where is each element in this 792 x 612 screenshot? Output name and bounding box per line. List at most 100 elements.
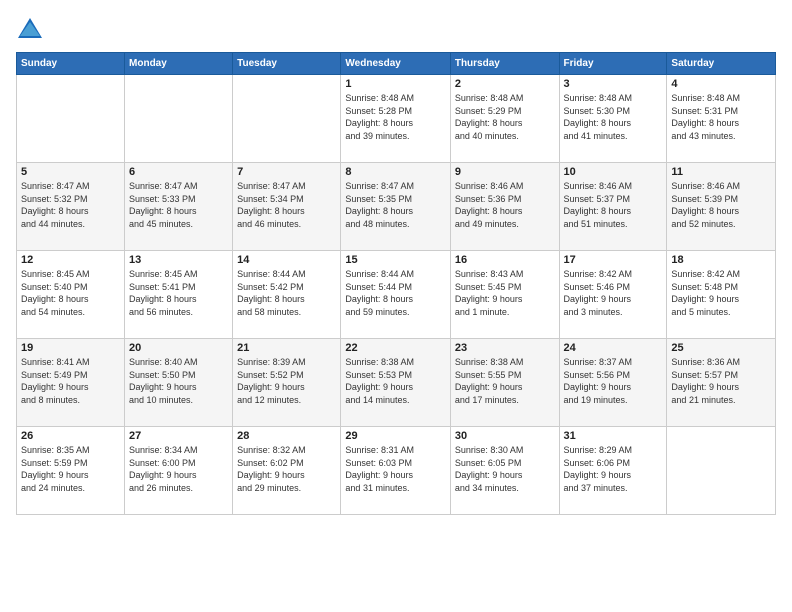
calendar-cell: 2 Sunrise: 8:48 AM Sunset: 5:29 PM Daylig… — [450, 75, 559, 163]
day-info: Sunrise: 8:45 AM Sunset: 5:40 PM Dayligh… — [21, 268, 120, 318]
day-info: Sunrise: 8:29 AM Sunset: 6:06 PM Dayligh… — [564, 444, 663, 494]
calendar-header-sunday: Sunday — [17, 53, 125, 75]
day-number: 12 — [21, 254, 120, 266]
day-number: 27 — [129, 430, 228, 442]
logo — [16, 16, 46, 44]
calendar-week-row: 12 Sunrise: 8:45 AM Sunset: 5:40 PM Dayli… — [17, 251, 776, 339]
day-info: Sunrise: 8:35 AM Sunset: 5:59 PM Dayligh… — [21, 444, 120, 494]
day-info: Sunrise: 8:48 AM Sunset: 5:30 PM Dayligh… — [564, 92, 663, 142]
day-number: 6 — [129, 166, 228, 178]
calendar-cell — [233, 75, 341, 163]
calendar-header-friday: Friday — [559, 53, 667, 75]
calendar-header-monday: Monday — [125, 53, 233, 75]
calendar-cell: 22Sunrise: 8:38 AM Sunset: 5:53 PM Dayli… — [341, 339, 450, 427]
day-info: Sunrise: 8:42 AM Sunset: 5:46 PM Dayligh… — [564, 268, 663, 318]
day-info: Sunrise: 8:48 AM Sunset: 5:31 PM Dayligh… — [671, 92, 771, 142]
calendar-week-row: 5 Sunrise: 8:47 AM Sunset: 5:32 PM Daylig… — [17, 163, 776, 251]
day-info: Sunrise: 8:40 AM Sunset: 5:50 PM Dayligh… — [129, 356, 228, 406]
day-number: 2 — [455, 78, 555, 90]
day-info: Sunrise: 8:36 AM Sunset: 5:57 PM Dayligh… — [671, 356, 771, 406]
day-info: Sunrise: 8:47 AM Sunset: 5:35 PM Dayligh… — [345, 180, 445, 230]
calendar-cell: 12 Sunrise: 8:45 AM Sunset: 5:40 PM Dayli… — [17, 251, 125, 339]
calendar-header-thursday: Thursday — [450, 53, 559, 75]
day-number: 28 — [237, 430, 336, 442]
day-info: Sunrise: 8:46 AM Sunset: 5:36 PM Dayligh… — [455, 180, 555, 230]
day-number: 30 — [455, 430, 555, 442]
day-number: 29 — [345, 430, 445, 442]
calendar-cell — [17, 75, 125, 163]
calendar-cell: 31 Sunrise: 8:29 AM Sunset: 6:06 PM Dayli… — [559, 427, 667, 515]
day-number: 11 — [671, 166, 771, 178]
calendar-header-row: SundayMondayTuesdayWednesdayThursdayFrid… — [17, 53, 776, 75]
calendar-header-wednesday: Wednesday — [341, 53, 450, 75]
calendar-week-row: 1Sunrise: 8:48 AM Sunset: 5:28 PM Daylig… — [17, 75, 776, 163]
day-number: 10 — [564, 166, 663, 178]
day-number: 25 — [671, 342, 771, 354]
calendar-cell: 11 Sunrise: 8:46 AM Sunset: 5:39 PM Dayli… — [667, 163, 776, 251]
day-number: 7 — [237, 166, 336, 178]
calendar-cell: 13 Sunrise: 8:45 AM Sunset: 5:41 PM Dayli… — [125, 251, 233, 339]
day-info: Sunrise: 8:30 AM Sunset: 6:05 PM Dayligh… — [455, 444, 555, 494]
day-number: 3 — [564, 78, 663, 90]
day-number: 20 — [129, 342, 228, 354]
day-info: Sunrise: 8:48 AM Sunset: 5:29 PM Dayligh… — [455, 92, 555, 142]
day-info: Sunrise: 8:32 AM Sunset: 6:02 PM Dayligh… — [237, 444, 336, 494]
day-info: Sunrise: 8:39 AM Sunset: 5:52 PM Dayligh… — [237, 356, 336, 406]
day-number: 13 — [129, 254, 228, 266]
day-number: 15 — [345, 254, 445, 266]
day-number: 4 — [671, 78, 771, 90]
calendar-header-tuesday: Tuesday — [233, 53, 341, 75]
day-info: Sunrise: 8:31 AM Sunset: 6:03 PM Dayligh… — [345, 444, 445, 494]
day-info: Sunrise: 8:41 AM Sunset: 5:49 PM Dayligh… — [21, 356, 120, 406]
day-info: Sunrise: 8:46 AM Sunset: 5:37 PM Dayligh… — [564, 180, 663, 230]
day-number: 5 — [21, 166, 120, 178]
calendar-cell — [667, 427, 776, 515]
calendar-cell: 19 Sunrise: 8:41 AM Sunset: 5:49 PM Dayli… — [17, 339, 125, 427]
calendar-cell: 15 Sunrise: 8:44 AM Sunset: 5:44 PM Dayli… — [341, 251, 450, 339]
day-number: 31 — [564, 430, 663, 442]
day-number: 19 — [21, 342, 120, 354]
calendar-cell: 8Sunrise: 8:47 AM Sunset: 5:35 PM Daylig… — [341, 163, 450, 251]
day-info: Sunrise: 8:46 AM Sunset: 5:39 PM Dayligh… — [671, 180, 771, 230]
day-number: 23 — [455, 342, 555, 354]
calendar-cell: 18Sunrise: 8:42 AM Sunset: 5:48 PM Dayli… — [667, 251, 776, 339]
header — [16, 16, 776, 44]
day-number: 21 — [237, 342, 336, 354]
logo-icon — [16, 16, 44, 44]
day-number: 18 — [671, 254, 771, 266]
page: SundayMondayTuesdayWednesdayThursdayFrid… — [0, 0, 792, 612]
day-number: 22 — [345, 342, 445, 354]
day-info: Sunrise: 8:44 AM Sunset: 5:44 PM Dayligh… — [345, 268, 445, 318]
calendar-cell: 26 Sunrise: 8:35 AM Sunset: 5:59 PM Dayli… — [17, 427, 125, 515]
calendar-cell: 1Sunrise: 8:48 AM Sunset: 5:28 PM Daylig… — [341, 75, 450, 163]
calendar-cell: 14 Sunrise: 8:44 AM Sunset: 5:42 PM Dayli… — [233, 251, 341, 339]
calendar-cell: 17Sunrise: 8:42 AM Sunset: 5:46 PM Dayli… — [559, 251, 667, 339]
day-number: 26 — [21, 430, 120, 442]
calendar-cell: 27 Sunrise: 8:34 AM Sunset: 6:00 PM Dayli… — [125, 427, 233, 515]
calendar-cell: 24Sunrise: 8:37 AM Sunset: 5:56 PM Dayli… — [559, 339, 667, 427]
calendar-cell: 20 Sunrise: 8:40 AM Sunset: 5:50 PM Dayli… — [125, 339, 233, 427]
calendar-cell — [125, 75, 233, 163]
day-info: Sunrise: 8:47 AM Sunset: 5:34 PM Dayligh… — [237, 180, 336, 230]
day-info: Sunrise: 8:45 AM Sunset: 5:41 PM Dayligh… — [129, 268, 228, 318]
calendar-week-row: 26 Sunrise: 8:35 AM Sunset: 5:59 PM Dayli… — [17, 427, 776, 515]
day-info: Sunrise: 8:38 AM Sunset: 5:55 PM Dayligh… — [455, 356, 555, 406]
calendar-header-saturday: Saturday — [667, 53, 776, 75]
calendar-cell: 4 Sunrise: 8:48 AM Sunset: 5:31 PM Daylig… — [667, 75, 776, 163]
day-info: Sunrise: 8:48 AM Sunset: 5:28 PM Dayligh… — [345, 92, 445, 142]
calendar-cell: 25 Sunrise: 8:36 AM Sunset: 5:57 PM Dayli… — [667, 339, 776, 427]
calendar-cell: 28 Sunrise: 8:32 AM Sunset: 6:02 PM Dayli… — [233, 427, 341, 515]
day-info: Sunrise: 8:47 AM Sunset: 5:33 PM Dayligh… — [129, 180, 228, 230]
day-info: Sunrise: 8:34 AM Sunset: 6:00 PM Dayligh… — [129, 444, 228, 494]
calendar-cell: 6 Sunrise: 8:47 AM Sunset: 5:33 PM Daylig… — [125, 163, 233, 251]
calendar-cell: 7 Sunrise: 8:47 AM Sunset: 5:34 PM Daylig… — [233, 163, 341, 251]
calendar-cell: 16Sunrise: 8:43 AM Sunset: 5:45 PM Dayli… — [450, 251, 559, 339]
day-number: 14 — [237, 254, 336, 266]
calendar-cell: 21 Sunrise: 8:39 AM Sunset: 5:52 PM Dayli… — [233, 339, 341, 427]
day-info: Sunrise: 8:47 AM Sunset: 5:32 PM Dayligh… — [21, 180, 120, 230]
day-info: Sunrise: 8:37 AM Sunset: 5:56 PM Dayligh… — [564, 356, 663, 406]
day-info: Sunrise: 8:44 AM Sunset: 5:42 PM Dayligh… — [237, 268, 336, 318]
calendar-cell: 30 Sunrise: 8:30 AM Sunset: 6:05 PM Dayli… — [450, 427, 559, 515]
calendar-cell: 3 Sunrise: 8:48 AM Sunset: 5:30 PM Daylig… — [559, 75, 667, 163]
day-number: 9 — [455, 166, 555, 178]
